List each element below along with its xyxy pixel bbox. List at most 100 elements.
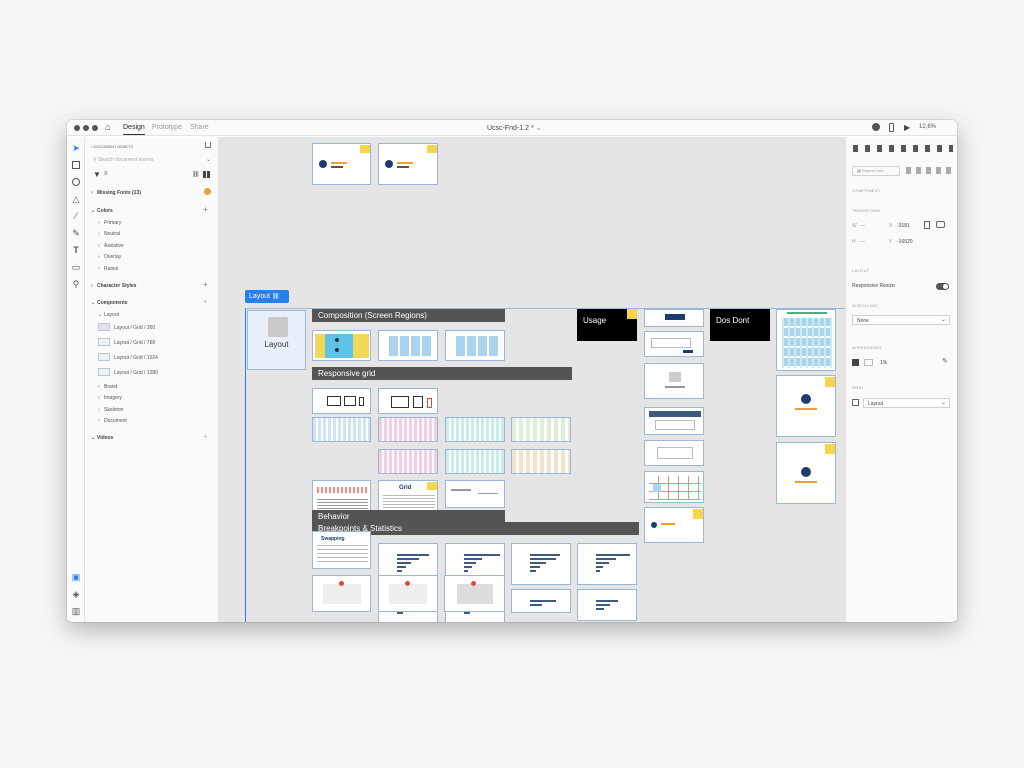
sort-icon[interactable]: ≡ bbox=[104, 171, 108, 177]
grid-checkbox[interactable] bbox=[852, 399, 859, 406]
component-group-document[interactable]: › Document bbox=[98, 418, 127, 424]
artboard[interactable] bbox=[644, 309, 704, 327]
rectangle-tool-icon[interactable] bbox=[71, 160, 81, 170]
repeat-grid-button[interactable]: ▦ Repeat Grid bbox=[852, 166, 900, 176]
color-group-neutral[interactable]: › Neutral bbox=[98, 231, 120, 237]
grid-artboard[interactable] bbox=[511, 449, 571, 474]
fill-checkbox[interactable] bbox=[852, 359, 859, 366]
stats-artboard[interactable] bbox=[511, 589, 571, 613]
add-character-style-icon[interactable]: + bbox=[203, 281, 208, 289]
flip-icon[interactable] bbox=[924, 221, 930, 229]
artboard[interactable] bbox=[776, 309, 836, 371]
artboard[interactable] bbox=[644, 440, 704, 466]
dos-dont-cover-card[interactable]: Dos Dont bbox=[710, 309, 770, 341]
artboard[interactable] bbox=[378, 330, 438, 361]
videos-section[interactable]: ⌄ Videos bbox=[91, 435, 113, 441]
artboard[interactable] bbox=[312, 330, 371, 361]
grid-view-icon[interactable] bbox=[203, 171, 210, 178]
artboard[interactable] bbox=[776, 442, 836, 504]
maximize-window-button[interactable] bbox=[92, 125, 98, 131]
home-icon[interactable]: ⌂ bbox=[105, 123, 110, 132]
scrolling-dropdown[interactable]: None ⌄ bbox=[852, 315, 950, 325]
x-field[interactable]: -3181 bbox=[897, 223, 910, 229]
artboard[interactable]: Swapping bbox=[312, 531, 371, 569]
eyedropper-icon[interactable]: ✎ bbox=[942, 357, 948, 365]
rotate-icon[interactable] bbox=[936, 221, 945, 228]
grid-type-dropdown[interactable]: Layout ⌄ bbox=[863, 398, 950, 408]
grid-artboard[interactable] bbox=[445, 449, 505, 474]
search-chevron-icon[interactable]: ⌄ bbox=[206, 156, 211, 163]
zoom-tool-icon[interactable]: ⚲ bbox=[71, 279, 81, 289]
component-group-layout[interactable]: ⌄ Layout bbox=[98, 312, 119, 318]
color-group-ratios[interactable]: › Ratios bbox=[98, 266, 118, 272]
add-component-icon[interactable]: + bbox=[203, 298, 208, 306]
link-icon[interactable]: ⛓ bbox=[192, 171, 200, 178]
width-field[interactable]: — bbox=[860, 223, 865, 229]
color-group-primary[interactable]: › Primary bbox=[98, 220, 121, 226]
y-field[interactable]: -16520 bbox=[897, 239, 913, 245]
component-item[interactable]: Layout / Grid / 768 bbox=[114, 340, 155, 346]
line-tool-icon[interactable]: ⁄ bbox=[71, 211, 81, 221]
component-group-brand[interactable]: › Brand bbox=[98, 384, 117, 390]
grid-artboard[interactable] bbox=[511, 417, 571, 442]
artboard[interactable] bbox=[445, 330, 505, 361]
close-window-button[interactable] bbox=[74, 125, 80, 131]
select-tool-icon[interactable]: ➤ bbox=[71, 143, 81, 153]
colors-section[interactable]: ⌄ Colors bbox=[91, 208, 113, 214]
artboard[interactable] bbox=[644, 471, 704, 503]
opacity-value[interactable]: 1% bbox=[880, 360, 887, 366]
artboard[interactable] bbox=[378, 388, 438, 414]
stats-artboard[interactable] bbox=[577, 589, 637, 621]
component-group-skeleton[interactable]: › Skeleton bbox=[98, 407, 123, 413]
artboard[interactable] bbox=[644, 331, 704, 357]
artboard[interactable] bbox=[776, 375, 836, 437]
document-title[interactable]: Ucsc-Fnd-1.2 * ⌄ bbox=[487, 124, 542, 132]
artboard[interactable] bbox=[312, 575, 371, 612]
add-video-icon[interactable]: + bbox=[203, 433, 208, 441]
artboard[interactable] bbox=[312, 143, 371, 185]
grid-artboard[interactable] bbox=[445, 417, 505, 442]
component-item[interactable]: Layout / Grid / 1024 bbox=[114, 355, 158, 361]
artboard[interactable] bbox=[312, 480, 371, 514]
search-field[interactable]: ⚲ Search document assets bbox=[93, 157, 153, 163]
artboard[interactable] bbox=[378, 143, 438, 185]
character-styles-section[interactable]: › Character Styles bbox=[91, 283, 136, 289]
artboard[interactable] bbox=[644, 507, 704, 543]
color-group-assistive[interactable]: › Assistive bbox=[98, 243, 124, 249]
tab-share[interactable]: Share bbox=[190, 124, 209, 131]
grid-artboard[interactable] bbox=[378, 417, 438, 442]
stats-artboard[interactable] bbox=[577, 543, 637, 585]
align-tools[interactable] bbox=[853, 145, 953, 152]
artboard[interactable] bbox=[644, 363, 704, 399]
mobile-preview-icon[interactable] bbox=[889, 123, 894, 132]
component-group-imagery[interactable]: › Imagery bbox=[98, 395, 122, 401]
artboard[interactable] bbox=[312, 388, 371, 414]
artboard[interactable] bbox=[644, 407, 704, 435]
layout-cover-card[interactable]: Layout bbox=[247, 310, 306, 370]
minimize-window-button[interactable] bbox=[83, 125, 89, 131]
artboard[interactable]: Grid bbox=[378, 480, 438, 514]
pen-tool-icon[interactable]: ✎ bbox=[71, 228, 81, 238]
share-icon[interactable] bbox=[205, 142, 211, 148]
color-group-overlay[interactable]: › Overlay bbox=[98, 254, 121, 260]
artboard[interactable] bbox=[378, 575, 438, 612]
text-tool-icon[interactable]: T bbox=[71, 245, 81, 255]
tab-design[interactable]: Design bbox=[123, 124, 145, 135]
tab-prototype[interactable]: Prototype bbox=[152, 124, 182, 131]
add-color-icon[interactable]: + bbox=[203, 206, 208, 214]
artboard[interactable] bbox=[445, 480, 505, 508]
artboard-tool-icon[interactable]: ▭ bbox=[71, 262, 81, 272]
component-item[interactable]: Layout / Grid / 1280 bbox=[114, 370, 158, 376]
grid-artboard[interactable] bbox=[378, 449, 438, 474]
grid-artboard[interactable] bbox=[312, 417, 371, 442]
stats-artboard[interactable] bbox=[511, 543, 571, 585]
zoom-level[interactable]: 12,6% bbox=[919, 124, 936, 130]
responsive-resize-toggle[interactable] bbox=[936, 283, 949, 290]
boolean-ops[interactable] bbox=[906, 167, 952, 174]
ellipse-tool-icon[interactable] bbox=[71, 177, 81, 187]
polygon-tool-icon[interactable]: △ bbox=[71, 194, 81, 204]
components-section[interactable]: ⌄ Components bbox=[91, 300, 128, 306]
plugins-panel-icon[interactable]: ▥ bbox=[71, 606, 81, 616]
user-icon[interactable] bbox=[872, 123, 880, 131]
layout-component-tag[interactable]: Layout ⛓ bbox=[245, 290, 289, 303]
